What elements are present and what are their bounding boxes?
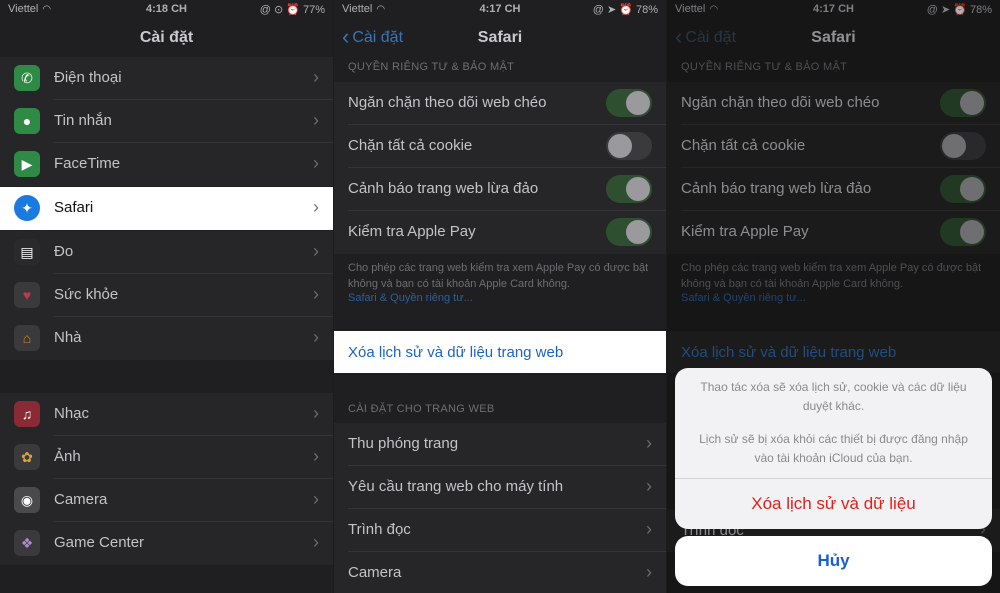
apple-pay-footer: Cho phép các trang web kiểm tra xem Appl… xyxy=(348,262,649,290)
settings-item-music[interactable]: ♫ Nhạc › xyxy=(0,393,333,436)
cancel-button[interactable]: Hủy xyxy=(675,536,992,586)
safari-settings-panel: Viettel ◠ 4:17 CH @ ➤ ⏰ 78% ‹ Cài đặt Safa… xyxy=(334,0,666,593)
settings-item-label: Ảnh xyxy=(54,448,81,465)
settings-panel: Viettel ◠ 4:18 CH @ ⊙ ⏰ 77% Cài đặt ✆ Điệ… xyxy=(0,0,333,593)
battery-indicator: @ ⊙ ⏰ 77% xyxy=(259,4,325,16)
safari-confirm-panel: Viettel ◠ 4:17 CH @ ➤ ⏰ 78% ‹ Cài đặt Safa… xyxy=(667,0,1000,593)
settings-item-label: Sức khỏe xyxy=(54,286,119,303)
chevron-right-icon: › xyxy=(313,489,319,509)
section-header-web-settings: CÀI ĐẶT CHO TRANG WEB xyxy=(348,403,495,415)
settings-item-photos[interactable]: ✿ Ảnh › xyxy=(0,436,333,479)
settings-item-health[interactable]: ♥ Sức khỏe › xyxy=(0,274,333,317)
settings-item-camera[interactable]: ◉ Camera › xyxy=(0,479,333,522)
clear-history-button[interactable]: Xóa lịch sử và dữ liệu trang web xyxy=(334,331,666,373)
status-bar: Viettel ◠ 4:18 CH @ ⊙ ⏰ 77% xyxy=(0,0,333,20)
page-title: Safari xyxy=(477,29,523,46)
toggle-row-fraud-warning[interactable]: Cảnh báo trang web lừa đảo xyxy=(334,168,666,211)
settings-item-label: FaceTime xyxy=(54,155,121,172)
chevron-right-icon: › xyxy=(313,403,319,423)
settings-item-label: Điện thoại xyxy=(54,69,122,86)
chevron-right-icon: › xyxy=(313,110,319,130)
settings-item-label: Tin nhắn xyxy=(54,112,112,129)
settings-item-label: Đo xyxy=(54,243,74,260)
web-row-reader[interactable]: Trình đọc › xyxy=(334,509,666,552)
health-icon: ♥ xyxy=(14,282,40,308)
clear-history-data-button[interactable]: Xóa lịch sử và dữ liệu xyxy=(675,479,992,529)
page-title: Cài đặt xyxy=(139,29,194,46)
nav-bar: ‹ Cài đặt Safari xyxy=(334,20,666,56)
chevron-right-icon: › xyxy=(646,476,652,496)
facetime-icon: ▶ xyxy=(14,151,40,177)
settings-item-label: Game Center xyxy=(54,534,145,551)
phone-icon: ✆ xyxy=(14,65,40,91)
chevron-right-icon: › xyxy=(313,153,319,173)
nav-bar: Cài đặt xyxy=(0,20,333,56)
settings-item-home[interactable]: ⌂ Nhà › xyxy=(0,317,333,360)
toggle-switch[interactable] xyxy=(606,132,652,160)
game-center-icon: ❖ xyxy=(14,530,40,556)
toggle-row-cross-site-tracking[interactable]: Ngăn chặn theo dõi web chéo xyxy=(334,82,666,125)
web-row-desktop-site[interactable]: Yêu cầu trang web cho máy tính › xyxy=(334,466,666,509)
settings-item-safari[interactable]: ✦ Safari › xyxy=(0,187,333,230)
messages-icon: ● xyxy=(14,108,40,134)
settings-item-game-center[interactable]: ❖ Game Center › xyxy=(0,522,333,565)
chevron-right-icon: › xyxy=(313,532,319,552)
measure-icon: ▤ xyxy=(14,239,40,265)
settings-item-facetime[interactable]: ▶ FaceTime › xyxy=(0,143,333,186)
chevron-right-icon: › xyxy=(313,284,319,304)
toggle-switch[interactable] xyxy=(606,175,652,203)
camera-icon: ◉ xyxy=(14,487,40,513)
settings-item-label: Camera xyxy=(54,491,108,508)
toggle-switch[interactable] xyxy=(606,218,652,246)
chevron-right-icon: › xyxy=(646,433,652,453)
chevron-right-icon: › xyxy=(646,562,652,582)
privacy-link[interactable]: Safari & Quyền riêng tư... xyxy=(348,292,473,304)
section-header-privacy: QUYỀN RIÊNG TƯ & BẢO MẬT xyxy=(348,61,515,73)
web-row-camera[interactable]: Camera › xyxy=(334,552,666,593)
chevron-right-icon: › xyxy=(313,446,319,466)
sheet-message-icloud: Lịch sử sẽ bị xóa khỏi các thiết bị được… xyxy=(699,432,968,465)
web-row-page-zoom[interactable]: Thu phóng trang › xyxy=(334,423,666,466)
settings-item-label: Nhạc xyxy=(54,405,90,422)
action-sheet: Thao tác xóa sẽ xóa lịch sử, cookie và c… xyxy=(675,368,992,529)
toggle-row-block-cookies[interactable]: Chặn tất cả cookie xyxy=(334,125,666,168)
home-icon: ⌂ xyxy=(14,325,40,351)
chevron-right-icon: › xyxy=(313,67,319,87)
chevron-right-icon: › xyxy=(313,197,319,217)
photos-icon: ✿ xyxy=(14,444,40,470)
settings-item-label: Nhà xyxy=(54,329,82,346)
sheet-message: Thao tác xóa sẽ xóa lịch sử, cookie và c… xyxy=(700,380,967,413)
status-bar: Viettel ◠ 4:17 CH @ ➤ ⏰ 78% xyxy=(334,0,666,20)
settings-item-label: Safari xyxy=(54,199,94,216)
toggle-switch[interactable] xyxy=(606,89,652,117)
settings-item-measure[interactable]: ▤ Đo › xyxy=(0,231,333,274)
safari-icon: ✦ xyxy=(14,195,40,221)
settings-item-messages[interactable]: ● Tin nhắn › xyxy=(0,100,333,143)
music-icon: ♫ xyxy=(14,401,40,427)
toggle-row-apple-pay[interactable]: Kiểm tra Apple Pay xyxy=(334,211,666,254)
chevron-right-icon: › xyxy=(313,241,319,261)
chevron-right-icon: › xyxy=(646,519,652,539)
settings-item-phone[interactable]: ✆ Điện thoại › xyxy=(0,57,333,100)
chevron-right-icon: › xyxy=(313,327,319,347)
battery-indicator: @ ➤ ⏰ 78% xyxy=(592,4,658,16)
